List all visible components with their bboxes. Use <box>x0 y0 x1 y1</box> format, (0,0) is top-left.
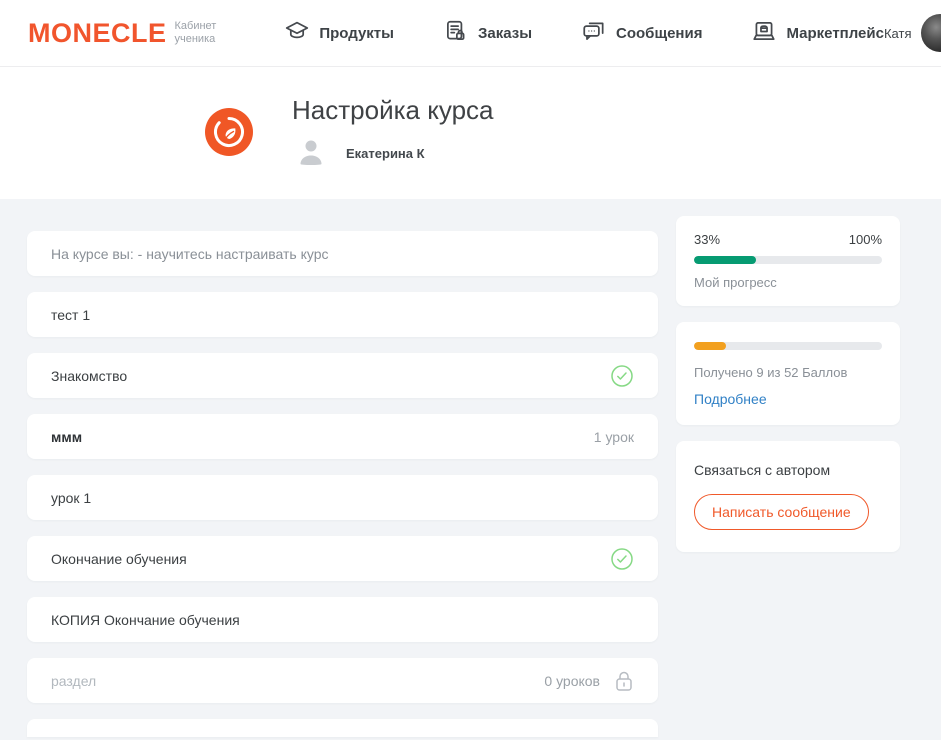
completed-check-icon <box>610 547 634 571</box>
sidebar: 33% 100% Мой прогресс Получено 9 из 52 Б… <box>676 216 900 552</box>
course-logo-icon <box>205 108 253 156</box>
author-avatar <box>292 134 330 172</box>
progress-current: 33% <box>694 232 720 247</box>
lesson-title: Знакомство <box>51 368 610 384</box>
write-message-button[interactable]: Написать сообщение <box>694 494 869 530</box>
lesson-count: 1 урок <box>594 429 634 445</box>
course-header: Настройка курса Екатерина К <box>0 67 941 199</box>
nav-label: Маркетплейс <box>786 25 883 42</box>
progress-bar-track <box>694 256 882 264</box>
progress-max: 100% <box>849 232 882 247</box>
lesson-row-razdel[interactable]: раздел 0 уроков <box>27 658 658 703</box>
marketplace-icon <box>751 18 777 49</box>
progress-percent-row: 33% 100% <box>694 232 882 247</box>
nav-item-marketplace[interactable]: Маркетплейс <box>751 18 883 49</box>
progress-bar-fill <box>694 256 756 264</box>
top-navbar: MONECLE Кабинет ученика Продукты Заказы … <box>0 0 941 67</box>
points-bar-track <box>694 342 882 350</box>
lesson-title: КОПИЯ Окончание обучения <box>51 612 634 628</box>
contact-title: Связаться с автором <box>694 462 882 478</box>
orders-icon <box>443 18 469 49</box>
lesson-title: Окончание обучения <box>51 551 610 567</box>
logo-subtitle: Кабинет ученика <box>175 20 217 46</box>
lesson-title: урок 1 <box>51 490 634 506</box>
user-avatar[interactable] <box>921 14 941 52</box>
main-content: На курсе вы: - научитесь настраивать кур… <box>0 199 941 737</box>
progress-card: 33% 100% Мой прогресс <box>676 216 900 306</box>
author-name: Екатерина К <box>346 146 425 161</box>
main-navigation: Продукты Заказы Сообщения Маркетплейс <box>284 18 884 49</box>
page-title: Настройка курса <box>292 95 494 126</box>
lesson-title: ммм <box>51 429 582 445</box>
lesson-title: тест 1 <box>51 307 634 323</box>
points-bar-fill <box>694 342 726 350</box>
points-details-link[interactable]: Подробнее <box>694 391 767 407</box>
lesson-row-partial[interactable] <box>27 719 658 737</box>
nav-label: Продукты <box>319 25 394 42</box>
lesson-row-urok1[interactable]: урок 1 <box>27 475 658 520</box>
logo-text: MONECLE <box>28 18 167 49</box>
logo[interactable]: MONECLE Кабинет ученика <box>28 18 216 49</box>
lesson-count: 0 уроков <box>544 673 600 689</box>
progress-caption: Мой прогресс <box>694 275 882 290</box>
graduation-cap-icon <box>284 18 310 49</box>
nav-label: Сообщения <box>616 25 702 42</box>
nav-item-orders[interactable]: Заказы <box>443 18 532 49</box>
lesson-title: На курсе вы: - научитесь настраивать кур… <box>51 246 634 262</box>
points-text: Получено 9 из 52 Баллов <box>694 365 882 380</box>
points-card: Получено 9 из 52 Баллов Подробнее <box>676 322 900 425</box>
lesson-row-okonchanie[interactable]: Окончание обучения <box>27 536 658 581</box>
completed-check-icon <box>610 364 634 388</box>
lesson-title: раздел <box>51 673 532 689</box>
user-menu[interactable]: Катя <box>884 14 941 52</box>
lesson-list: На курсе вы: - научитесь настраивать кур… <box>27 216 658 737</box>
nav-item-products[interactable]: Продукты <box>284 18 394 49</box>
lesson-row-mmm[interactable]: ммм 1 урок <box>27 414 658 459</box>
messages-icon <box>581 18 607 49</box>
nav-item-messages[interactable]: Сообщения <box>581 18 702 49</box>
lesson-row-description[interactable]: На курсе вы: - научитесь настраивать кур… <box>27 231 658 276</box>
author-row: Екатерина К <box>292 134 494 172</box>
lesson-row-znakomstvo[interactable]: Знакомство <box>27 353 658 398</box>
lesson-row-kopiya[interactable]: КОПИЯ Окончание обучения <box>27 597 658 642</box>
nav-label: Заказы <box>478 25 532 42</box>
lock-icon <box>614 670 634 692</box>
user-name: Катя <box>884 26 912 41</box>
contact-author-card: Связаться с автором Написать сообщение <box>676 441 900 552</box>
lesson-row-test1[interactable]: тест 1 <box>27 292 658 337</box>
